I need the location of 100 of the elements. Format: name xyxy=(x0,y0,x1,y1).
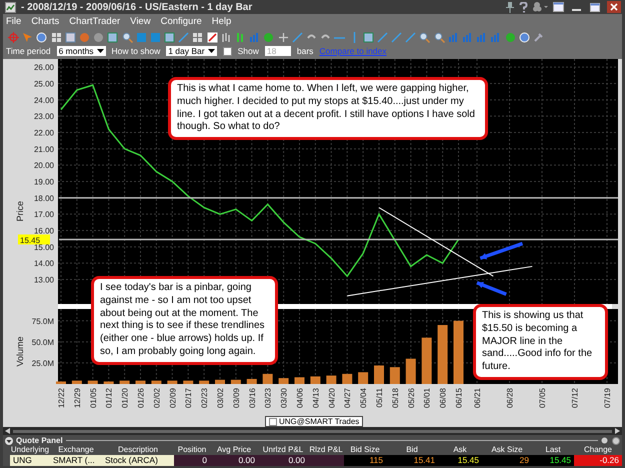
volume-bar xyxy=(215,380,225,384)
volume-bar xyxy=(422,338,432,384)
square-icon[interactable] xyxy=(164,32,176,42)
square-icon[interactable] xyxy=(150,32,161,42)
wrench-icon[interactable] xyxy=(532,32,544,42)
square-icon[interactable] xyxy=(107,32,118,42)
circle-icon[interactable] xyxy=(518,32,530,42)
column-header[interactable]: Bid xyxy=(386,445,438,455)
column-header[interactable]: Position xyxy=(174,445,210,455)
square-icon[interactable] xyxy=(64,32,76,42)
column-header[interactable]: Avg Price xyxy=(210,445,258,455)
quote-panel-title: Quote Panel xyxy=(16,436,63,445)
maximize-button[interactable] xyxy=(588,1,602,13)
legend-checkbox[interactable] xyxy=(269,418,277,426)
callout-note: This is showing us that $15.50 is becoming a MAJOR line in the sand.....Good info for the future. xyxy=(473,304,608,380)
volume-bar xyxy=(104,381,114,384)
line-icon[interactable] xyxy=(178,32,190,42)
time-period-label: Time period xyxy=(6,46,51,56)
time-period-dropdown[interactable]: 6 months xyxy=(56,46,106,56)
date-label: 01/12 xyxy=(104,388,114,408)
circle-icon[interactable] xyxy=(36,32,48,42)
settings-icon[interactable] xyxy=(612,436,620,444)
column-header[interactable]: Last xyxy=(532,445,574,455)
circle-icon[interactable] xyxy=(93,32,104,42)
menu-item[interactable]: File xyxy=(6,16,22,27)
date-label: 04/27 xyxy=(343,388,352,408)
date-label: 05/04 xyxy=(359,388,368,408)
menu-item[interactable]: Charts xyxy=(31,16,60,27)
volume-bar xyxy=(230,380,241,384)
volume-bar xyxy=(72,380,82,384)
horizontal-scrollbar[interactable] xyxy=(3,427,622,435)
date-label: 03/02 xyxy=(216,388,225,408)
volume-bar xyxy=(199,380,210,384)
column-header[interactable]: Rlzd P&L xyxy=(308,445,344,455)
price-tick-label: 14.00 xyxy=(34,259,54,268)
price-tick-label: 13.00 xyxy=(34,276,54,284)
caret-icon xyxy=(208,49,215,53)
column-header[interactable]: Unrlzd P&L xyxy=(258,445,308,455)
help-icon[interactable] xyxy=(519,2,528,12)
close-icon xyxy=(610,3,618,11)
date-label: 12/22 xyxy=(57,388,66,408)
menu-item[interactable]: View xyxy=(130,16,151,27)
table-cell: 15.45 xyxy=(438,455,482,466)
volume-bar xyxy=(88,380,98,384)
date-label: 05/26 xyxy=(406,388,416,408)
volume-bar xyxy=(183,380,194,384)
column-header[interactable]: Ask xyxy=(438,445,482,455)
bar-type-dropdown[interactable]: 1 day Bar xyxy=(166,46,217,56)
line-icon[interactable] xyxy=(292,32,303,42)
bars-icon[interactable] xyxy=(235,32,246,42)
collapse-icon[interactable] xyxy=(5,436,13,444)
how-to-show-label: How to show xyxy=(112,46,160,56)
table-cell: 15.45 xyxy=(532,455,574,466)
app-icon xyxy=(5,2,16,12)
column-header[interactable]: Ask Size xyxy=(482,445,532,455)
caret-icon xyxy=(96,49,104,53)
show-checkbox[interactable] xyxy=(222,46,232,56)
volume-bar xyxy=(374,365,384,384)
volume-bar xyxy=(151,380,162,384)
volume-axis-label: Volume xyxy=(15,336,25,366)
table-cell: Stock (ARCA) xyxy=(102,455,174,466)
callout-note: I see today's bar is a pinbar, going against me - so I am not too upset about being out at the moment. The next thing is to see if these trendlines (either one - blue arrows) holds up. If so, I am probably going long again. xyxy=(91,276,278,365)
menu-item[interactable]: ChartTrader xyxy=(69,16,120,27)
date-label: 05/11 xyxy=(375,388,384,408)
plus-icon[interactable] xyxy=(278,32,289,42)
pin-icon[interactable] xyxy=(506,2,514,12)
callout-note: This is what I came home to. When I left, we were gapping higher, much higher. I decided to put my stops at $15.40....just under my line. I got taken out at a decent profit. I still have options I have sold though. So what to do? xyxy=(168,77,488,140)
line-icon[interactable] xyxy=(376,32,388,42)
menu-item[interactable]: Help xyxy=(212,16,232,27)
column-header[interactable]: Exchange xyxy=(50,445,102,455)
column-header[interactable]: Change xyxy=(574,445,622,455)
line-icon[interactable] xyxy=(391,32,402,42)
bars-icon[interactable] xyxy=(220,32,232,42)
price-marker: 15.45 xyxy=(18,234,50,245)
window-title: - 2008/12/19 - 2009/06/16 - US/Eastern - 1 day Bar xyxy=(21,2,252,12)
volume-tick-label: 25.0M xyxy=(32,358,54,368)
menu-item[interactable]: Configure xyxy=(160,16,202,27)
volume-bar xyxy=(358,372,368,384)
column-header[interactable]: Description xyxy=(102,445,174,455)
line-icon[interactable] xyxy=(405,32,416,42)
pencil-icon[interactable] xyxy=(206,32,218,42)
price-tick-label: 17.00 xyxy=(34,210,54,220)
window-icon[interactable] xyxy=(553,2,564,12)
close-button[interactable] xyxy=(607,1,621,13)
column-header[interactable]: Bid Size xyxy=(344,445,386,455)
pointer-icon[interactable] xyxy=(22,32,34,42)
date-label: 06/15 xyxy=(454,388,464,408)
table-cell: 0.00 xyxy=(258,455,308,466)
column-header[interactable]: Underlying xyxy=(10,445,50,455)
volume-bar xyxy=(136,380,146,384)
square-icon[interactable] xyxy=(362,32,374,42)
date-label: 06/01 xyxy=(422,388,432,408)
date-label: 06/08 xyxy=(438,388,448,408)
grid-icon[interactable] xyxy=(50,32,62,42)
date-label: 02/17 xyxy=(184,388,194,408)
circle-icon[interactable] xyxy=(504,32,516,42)
show-label: Show xyxy=(238,46,259,56)
circle-icon[interactable] xyxy=(263,32,274,42)
bars-label: bars xyxy=(296,46,314,56)
grid-icon[interactable] xyxy=(192,32,204,42)
